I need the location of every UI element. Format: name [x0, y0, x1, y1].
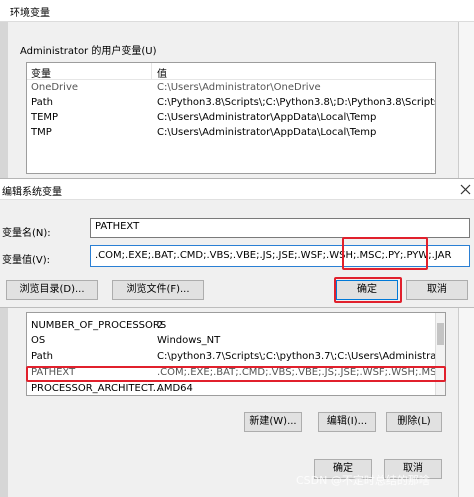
var-value: Windows_NT	[157, 335, 221, 346]
user-var-row-tmp[interactable]: TMP C:\Users\Administrator\AppData\Local…	[27, 126, 435, 141]
scrollbar-thumb[interactable]	[437, 323, 444, 345]
var-value: C:\Users\Administrator\AppData\Local\Tem…	[157, 112, 377, 123]
highlight-annotation-ok	[334, 277, 402, 303]
watermark: CSDN @不定时总结的那啥	[296, 474, 430, 487]
var-name: OneDrive	[31, 82, 79, 93]
edit-dialog-titlebar: 编辑系统变量	[0, 178, 474, 200]
column-header-value[interactable]: 值	[157, 65, 167, 80]
close-icon	[460, 184, 471, 195]
var-value: AMD64	[157, 383, 193, 394]
var-name: TMP	[31, 127, 52, 138]
new-variable-button[interactable]: 新建(W)...	[244, 412, 302, 432]
var-name: NUMBER_OF_PROCESSORS	[31, 320, 167, 331]
delete-variable-button[interactable]: 删除(L)	[386, 412, 442, 432]
sys-var-row[interactable]: NUMBER_OF_PROCESSORS 2	[27, 319, 445, 334]
var-name: Path	[31, 351, 53, 362]
var-name: Path	[31, 97, 53, 108]
system-vars-list[interactable]: NUMBER_OF_PROCESSORS 2 OS Windows_NT Pat…	[26, 312, 446, 396]
var-value: C:\Users\Administrator\OneDrive	[157, 82, 321, 93]
variable-name-label: 变量名(N):	[2, 228, 51, 239]
user-vars-group-label: Administrator 的用户变量(U)	[20, 46, 157, 57]
var-value: C:\Python3.8\Scripts\;C:\Python3.8\;D:\P…	[157, 97, 435, 108]
sys-var-row[interactable]: PROCESSOR_ARCHITECT... AMD64	[27, 382, 445, 395]
variable-name-input[interactable]: PATHEXT	[90, 218, 470, 238]
edit-cancel-button[interactable]: 取消	[406, 280, 468, 300]
browse-directory-button[interactable]: 浏览目录(D)...	[6, 280, 98, 300]
sys-var-row[interactable]: Path C:\python3.7\Scripts\;C:\python3.7\…	[27, 350, 445, 365]
close-button[interactable]	[458, 179, 474, 199]
user-var-row-temp[interactable]: TEMP C:\Users\Administrator\AppData\Loca…	[27, 111, 435, 126]
var-value: C:\Users\Administrator\AppData\Local\Tem…	[157, 127, 377, 138]
sys-var-row[interactable]: OS Windows_NT	[27, 334, 445, 349]
var-name: TEMP	[31, 112, 59, 123]
var-name: OS	[31, 335, 46, 346]
window-titlebar: 环境变量	[0, 0, 474, 22]
window-title: 环境变量	[10, 8, 50, 19]
edit-dialog-title: 编辑系统变量	[2, 187, 62, 198]
scrollbar[interactable]	[435, 313, 445, 395]
column-separator[interactable]	[151, 63, 152, 79]
var-value: C:\python3.7\Scripts\;C:\python3.7\;C:\U…	[157, 351, 446, 362]
column-header-variable[interactable]: 变量	[31, 65, 51, 80]
var-name: PROCESSOR_ARCHITECT...	[31, 383, 163, 394]
var-value: 2	[157, 320, 164, 331]
user-var-row-path[interactable]: Path C:\Python3.8\Scripts\;C:\Python3.8\…	[27, 96, 435, 111]
user-var-row-onedrive[interactable]: OneDrive C:\Users\Administrator\OneDrive	[27, 81, 435, 96]
user-vars-list[interactable]: 变量 值 OneDrive C:\Users\Administrator\One…	[26, 62, 436, 174]
edit-variable-button[interactable]: 编辑(I)...	[318, 412, 376, 432]
browse-file-button[interactable]: 浏览文件(F)...	[112, 280, 204, 300]
user-vars-header: 变量 值	[27, 63, 435, 80]
variable-value-label: 变量值(V):	[2, 255, 51, 266]
highlight-annotation-pathext	[26, 366, 446, 382]
highlight-annotation-value	[342, 237, 428, 270]
